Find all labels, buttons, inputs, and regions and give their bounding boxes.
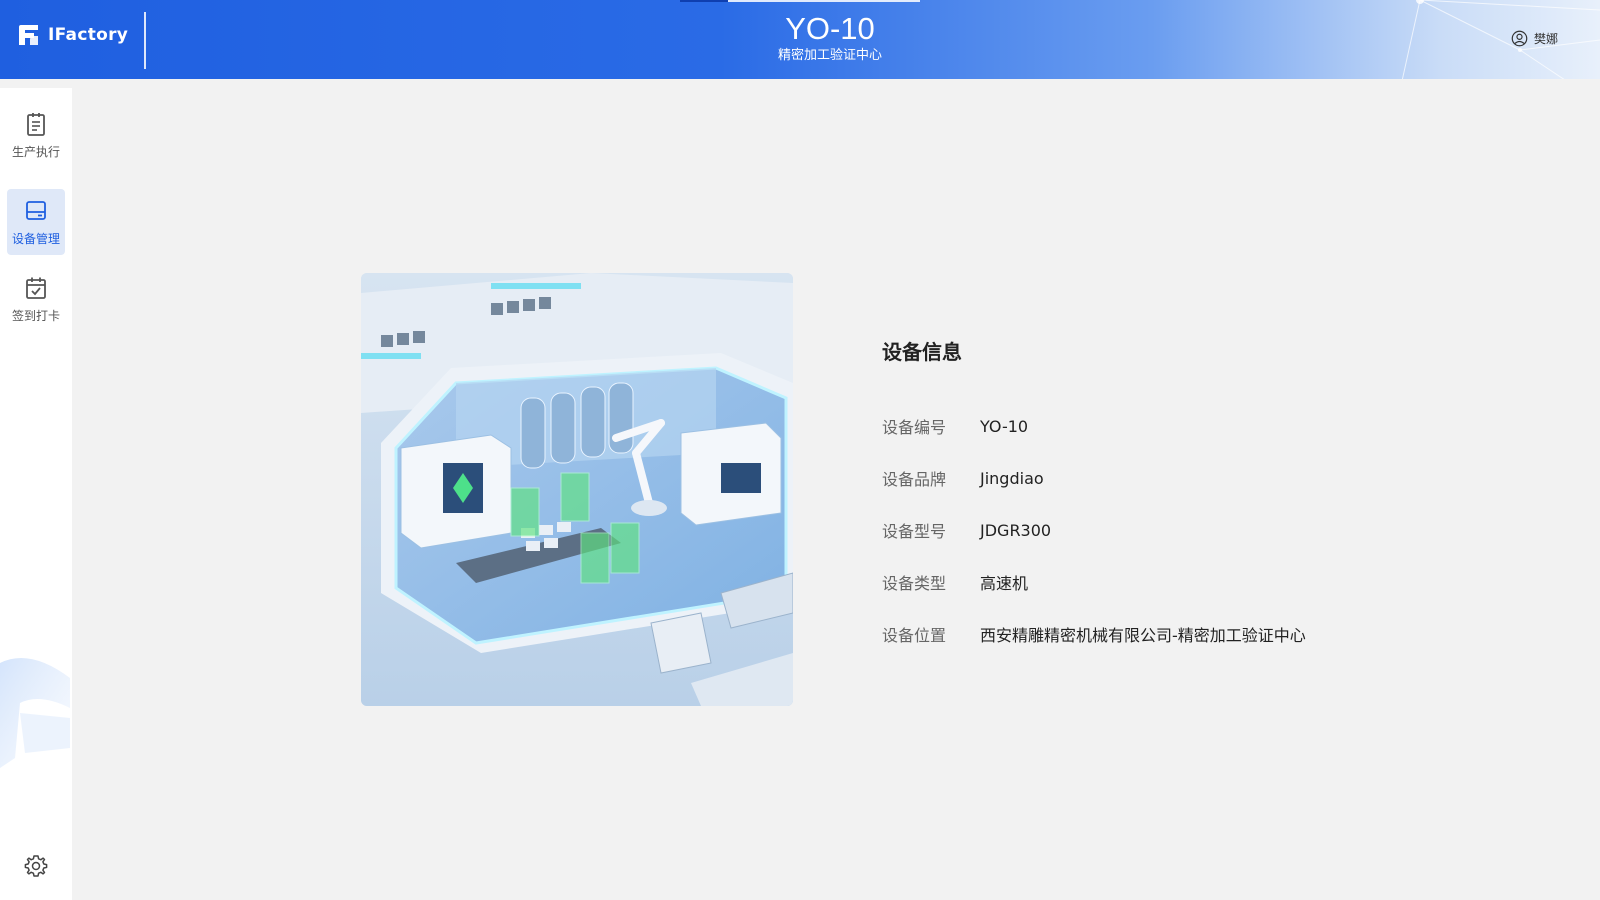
sidebar-item-label: 签到打卡 — [11, 308, 60, 323]
sidebar-item-device-management[interactable]: 设备管理 — [7, 189, 65, 255]
calendar-check-icon — [26, 277, 46, 299]
user-menu[interactable]: 樊娜 — [1511, 30, 1558, 47]
device-image — [361, 273, 793, 706]
info-row-device-brand: 设备品牌 Jingdiao — [882, 452, 1482, 504]
info-row-device-location: 设备位置 西安精雕精密机械有限公司-精密加工验证中心 — [882, 608, 1482, 660]
device-info-title: 设备信息 — [882, 340, 962, 364]
sidebar-decoration — [0, 658, 70, 768]
device-info-panel: 设备信息 设备编号 YO-10 设备品牌 Jingdiao 设备型号 JDGR3… — [882, 337, 1482, 660]
page-title-block: YO-10 精密加工验证中心 — [0, 10, 1600, 64]
info-value: YO-10 — [980, 416, 1029, 436]
info-value: 高速机 — [980, 574, 1029, 593]
page-subtitle: 精密加工验证中心 — [777, 48, 882, 63]
info-row-device-model: 设备型号 JDGR300 — [882, 504, 1482, 556]
info-row-device-number: 设备编号 YO-10 — [882, 400, 1482, 452]
user-icon — [1511, 30, 1528, 47]
sidebar-item-label: 生产执行 — [11, 144, 60, 159]
sidebar-item-production[interactable]: 生产执行 — [7, 102, 65, 168]
clipboard-icon — [27, 112, 45, 136]
page-title: YO-10 — [785, 11, 875, 46]
info-value: JDGR300 — [980, 520, 1052, 540]
info-label: 设备类型 — [882, 574, 947, 593]
sidebar-item-check-in[interactable]: 签到打卡 — [7, 266, 65, 332]
info-label: 设备编号 — [882, 418, 947, 437]
info-label: 设备位置 — [882, 626, 947, 645]
info-label: 设备品牌 — [882, 470, 947, 489]
info-label: 设备型号 — [882, 522, 947, 541]
info-value: Jingdiao — [980, 468, 1044, 488]
info-value: 西安精雕精密机械有限公司-精密加工验证中心 — [980, 626, 1306, 645]
gear-icon[interactable] — [24, 854, 48, 878]
device-icon — [26, 200, 46, 220]
factory-illustration — [361, 273, 793, 706]
sidebar: 生产执行 设备管理 签到打卡 — [0, 88, 72, 900]
sidebar-item-label: 设备管理 — [11, 231, 60, 246]
user-name: 樊娜 — [1533, 32, 1558, 46]
header-top-accent — [680, 0, 920, 2]
app-header: IFactory YO-10 精密加工验证中心 樊娜 — [0, 0, 1600, 79]
info-row-device-type: 设备类型 高速机 — [882, 556, 1482, 608]
